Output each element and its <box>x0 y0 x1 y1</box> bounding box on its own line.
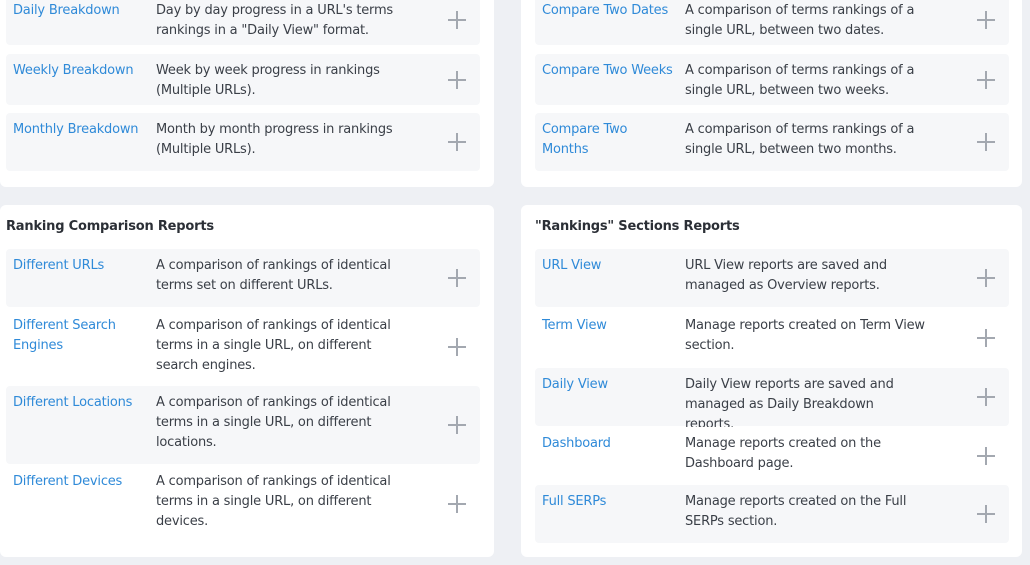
report-row-compare-two-dates[interactable]: Compare Two Dates A comparison of terms … <box>535 0 1009 45</box>
report-row-compare-two-weeks[interactable]: Compare Two Weeks A comparison of terms … <box>535 54 1009 105</box>
ranking-comparison-card: Ranking Comparison Reports Different URL… <box>0 205 494 557</box>
report-name[interactable]: Daily Breakdown <box>13 1 148 21</box>
report-name[interactable]: Compare Two Months <box>542 120 677 160</box>
report-name[interactable]: Different Locations <box>13 393 148 413</box>
plus-icon[interactable] <box>446 267 468 289</box>
compare-reports-card: Compare Two Dates A comparison of terms … <box>521 0 1022 187</box>
plus-icon[interactable] <box>975 327 997 349</box>
report-description: A comparison of rankings of identical te… <box>156 395 391 450</box>
report-row-monthly-breakdown[interactable]: Monthly Breakdown Month by month progres… <box>6 113 480 171</box>
report-row-different-search-engines[interactable]: Different Search Engines A comparison of… <box>6 309 480 385</box>
plus-icon[interactable] <box>975 131 997 153</box>
report-description: A comparison of rankings of identical te… <box>156 258 391 293</box>
report-row-weekly-breakdown[interactable]: Weekly Breakdown Week by week progress i… <box>6 54 480 105</box>
report-name[interactable]: Different URLs <box>13 256 148 276</box>
report-name[interactable]: Daily View <box>542 375 677 395</box>
report-description: URL View reports are saved and managed a… <box>685 258 887 293</box>
plus-icon[interactable] <box>446 336 468 358</box>
report-row-different-locations[interactable]: Different Locations A comparison of rank… <box>6 386 480 464</box>
report-row-term-view[interactable]: Term View Manage reports created on Term… <box>535 309 1009 367</box>
report-name[interactable]: Different Search Engines <box>13 316 148 356</box>
report-row-url-view[interactable]: URL View URL View reports are saved and … <box>535 249 1009 307</box>
report-row-full-serps[interactable]: Full SERPs Manage reports created on the… <box>535 485 1009 543</box>
report-description: A comparison of rankings of identical te… <box>156 474 391 529</box>
report-description: A comparison of terms rankings of a sing… <box>685 122 915 157</box>
rankings-sections-card: "Rankings" Sections Reports URL View URL… <box>521 205 1022 557</box>
report-description: Day by day progress in a URL's terms ran… <box>156 3 393 38</box>
report-description: A comparison of terms rankings of a sing… <box>685 63 915 98</box>
plus-icon[interactable] <box>975 69 997 91</box>
report-name[interactable]: Full SERPs <box>542 492 677 512</box>
plus-icon[interactable] <box>446 493 468 515</box>
report-row-daily-breakdown[interactable]: Daily Breakdown Day by day progress in a… <box>6 0 480 45</box>
plus-icon[interactable] <box>446 9 468 31</box>
card-title: Ranking Comparison Reports <box>6 219 214 234</box>
report-name[interactable]: Monthly Breakdown <box>13 120 148 140</box>
report-name[interactable]: Compare Two Dates <box>542 1 677 21</box>
plus-icon[interactable] <box>446 414 468 436</box>
plus-icon[interactable] <box>975 445 997 467</box>
plus-icon[interactable] <box>446 69 468 91</box>
report-row-daily-view[interactable]: Daily View Daily View reports are saved … <box>535 368 1009 432</box>
report-row-different-urls[interactable]: Different URLs A comparison of rankings … <box>6 249 480 307</box>
report-row-compare-two-months[interactable]: Compare Two Months A comparison of terms… <box>535 113 1009 171</box>
report-description: Manage reports created on the Full SERPs… <box>685 494 907 529</box>
plus-icon[interactable] <box>975 267 997 289</box>
report-name[interactable]: URL View <box>542 256 677 276</box>
report-name[interactable]: Term View <box>542 316 677 336</box>
report-description: Month by month progress in rankings (Mul… <box>156 122 393 157</box>
card-title: "Rankings" Sections Reports <box>535 219 740 234</box>
report-name[interactable]: Weekly Breakdown <box>13 61 148 81</box>
report-description: A comparison of rankings of identical te… <box>156 318 391 373</box>
report-description: Manage reports created on Term View sect… <box>685 318 925 353</box>
report-description: Daily View reports are saved and managed… <box>685 377 894 432</box>
plus-icon[interactable] <box>446 131 468 153</box>
report-row-dashboard[interactable]: Dashboard Manage reports created on the … <box>535 427 1009 485</box>
report-description: Manage reports created on the Dashboard … <box>685 436 881 471</box>
plus-icon[interactable] <box>975 9 997 31</box>
plus-icon[interactable] <box>975 386 997 408</box>
report-name[interactable]: Compare Two Weeks <box>542 61 677 81</box>
report-row-different-devices[interactable]: Different Devices A comparison of rankin… <box>6 465 480 543</box>
breakdown-reports-card: Daily Breakdown Day by day progress in a… <box>0 0 494 187</box>
report-description: Week by week progress in rankings (Multi… <box>156 63 380 98</box>
plus-icon[interactable] <box>975 503 997 525</box>
report-description: A comparison of terms rankings of a sing… <box>685 3 915 38</box>
report-name[interactable]: Dashboard <box>542 434 677 454</box>
report-name[interactable]: Different Devices <box>13 472 148 492</box>
